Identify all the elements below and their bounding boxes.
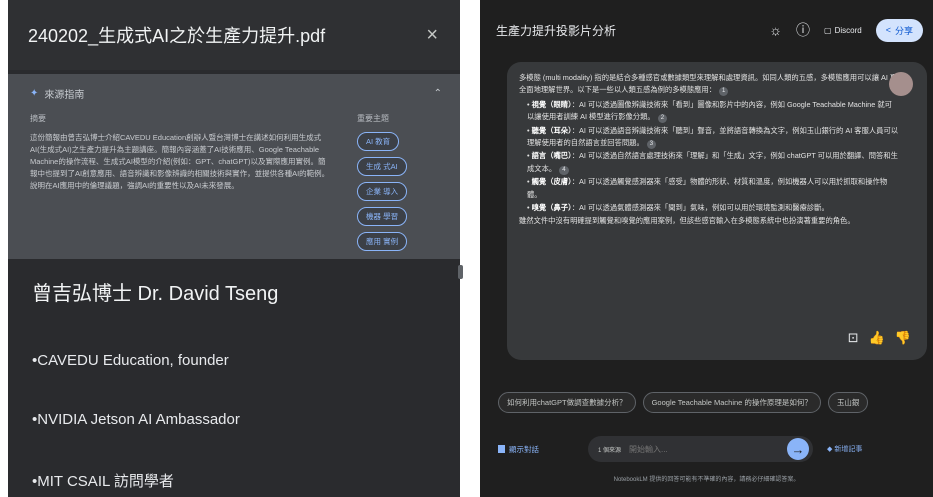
source-guide-label: 來源指南 xyxy=(44,90,85,101)
answer-text: 多模態 (multi modality) 指的是結合多種感官或數據類型來理解和處… xyxy=(519,72,899,228)
list-item: • 觸覺（皮膚）：AI 可以透過觸覺感測器來「感受」物體的形狀、材質和溫度，例如… xyxy=(527,177,888,199)
list-item: • 視覺（眼睛）：AI 可以透過圖像辨識技術來「看到」圖像和影片中的內容，例如 … xyxy=(527,99,892,124)
chat-input-container: 1 個來源 → xyxy=(588,436,813,462)
notebook-header: 生產力提升投影片分析 ☼ ⓘ ▢ Discord < 分享 xyxy=(480,0,933,60)
topic-chip[interactable]: 企業 導入 xyxy=(357,182,408,201)
suggestion-chip[interactable]: Google Teachable Machine 的操作原理是如何？ xyxy=(642,392,821,413)
topic-chip[interactable]: 生成 式AI xyxy=(357,157,407,176)
save-note-button[interactable]: ◆ 新增記事 xyxy=(827,444,862,454)
summary-text: 這份簡報由曾吉弘博士介紹CAVEDU Education創辦人暨台灣博士在講述如… xyxy=(30,133,330,190)
answer-actions: ⊡ 👍 👎 xyxy=(848,330,911,346)
close-icon[interactable]: × xyxy=(426,24,438,47)
chat-composer: 顯示對話 1 個來源 → ◆ 新增記事 xyxy=(498,436,933,462)
chat-icon: ▢ xyxy=(824,25,832,35)
source-viewer-panel: 240202_生成式AI之於生產力提升.pdf × ✦ 來源指南 ⌃ 摘要 這份… xyxy=(8,0,460,497)
discord-label: Discord xyxy=(834,25,862,35)
chat-panel: 生產力提升投影片分析 ☼ ⓘ ▢ Discord < 分享 多模態 (multi… xyxy=(480,0,933,497)
suggested-questions: 如何利用chatGPT做調查數據分析？ Google Teachable Mac… xyxy=(498,392,869,413)
panel-resize-handle[interactable] xyxy=(458,265,463,279)
answer-list: • 視覺（眼睛）：AI 可以透過圖像辨識技術來「看到」圖像和影片中的內容，例如 … xyxy=(519,99,899,215)
suggestion-chip[interactable]: 如何利用chatGPT做調查數據分析？ xyxy=(498,392,636,413)
share-button[interactable]: < 分享 xyxy=(875,18,923,42)
topics-label: 重要主題 xyxy=(357,114,389,123)
notes-toggle-button[interactable]: 顯示對話 xyxy=(498,444,588,455)
answer-outro: 雖然文件中沒有明確提到觸覺和嗅覺的應用案例，但該些感官輸入在多模態系統中也扮演著… xyxy=(519,216,855,226)
chevron-up-icon[interactable]: ⌃ xyxy=(434,88,442,99)
disclaimer-text: NotebookLM 提供的回答可能有不準確的內容，請務必仔細確認答案。 xyxy=(613,477,800,483)
avatar xyxy=(889,72,913,96)
notes-label: 顯示對話 xyxy=(509,444,539,454)
bullet-item: •MIT CSAIL 訪問學者 xyxy=(32,473,174,490)
sun-icon[interactable]: ☼ xyxy=(769,22,782,38)
source-document-content: 曾吉弘博士 Dr. David Tseng •CAVEDU Education,… xyxy=(8,259,460,491)
list-item: • 聽覺（耳朵）：AI 可以透過語音辨識技術來「聽到」聲音，並將語音轉換為文字，… xyxy=(527,125,899,150)
topics-list: 重要主題 AI 教育 生成 式AI 企業 導入 機器 學習 應用 實例 xyxy=(357,113,442,251)
citation-marker[interactable]: 2 xyxy=(657,114,668,124)
notebook-title[interactable]: 生產力提升投影片分析 xyxy=(496,22,769,39)
topic-chip[interactable]: AI 教育 xyxy=(357,132,400,151)
thumbs-down-icon[interactable]: 👎 xyxy=(895,330,911,346)
topic-chip[interactable]: 應用 實例 xyxy=(357,232,408,251)
summary-label: 摘要 xyxy=(30,114,46,123)
source-guide: ✦ 來源指南 ⌃ 摘要 這份簡報由曾吉弘博士介紹CAVEDU Education… xyxy=(8,74,460,259)
author-heading: 曾吉弘博士 Dr. David Tseng xyxy=(32,283,279,305)
answer-bubble: 多模態 (multi modality) 指的是結合多種感官或數據類型來理解和處… xyxy=(507,62,927,360)
source-guide-header[interactable]: ✦ 來源指南 ⌃ xyxy=(30,86,442,101)
list-item: • 語言（嘴巴）：AI 可以透過自然語言處理技術來「理解」和「生成」文字，例如 … xyxy=(527,151,898,175)
list-item: • 嗅覺（鼻子）：AI 可以透過氣體感測器來「聞到」氣味，例如可以用於環境監測和… xyxy=(527,203,829,213)
arrow-right-icon[interactable]: → xyxy=(787,438,809,460)
plus-icon: ◆ xyxy=(827,446,833,453)
bullet-item: •CAVEDU Education, founder xyxy=(32,352,229,369)
sparkle-icon: ✦ xyxy=(30,88,39,99)
answer-intro: 多模態 (multi modality) 指的是結合多種感官或數據類型來理解和處… xyxy=(519,73,898,97)
share-label: 分享 xyxy=(894,25,913,36)
suggestion-chip[interactable]: 玉山銀 xyxy=(827,392,869,413)
citation-marker[interactable]: 4 xyxy=(559,165,569,175)
share-icon: < xyxy=(885,25,891,35)
notes-icon xyxy=(498,445,505,453)
citation-marker[interactable]: 3 xyxy=(646,140,657,150)
bullet-item: •NVIDIA Jetson AI Ambassador xyxy=(32,411,240,428)
source-count-badge: 1 個來源 xyxy=(598,447,622,454)
source-title: 240202_生成式AI之於生產力提升.pdf xyxy=(28,26,326,46)
thumbs-up-icon[interactable]: 👍 xyxy=(869,330,885,346)
discord-button[interactable]: ▢ Discord xyxy=(824,26,862,35)
topic-chip[interactable]: 機器 學習 xyxy=(357,207,408,226)
help-icon[interactable]: ⓘ xyxy=(796,20,810,40)
pin-icon[interactable]: ⊡ xyxy=(848,330,859,346)
citation-marker[interactable]: 1 xyxy=(719,87,729,97)
chat-input[interactable] xyxy=(629,444,787,454)
source-header: 240202_生成式AI之於生產力提升.pdf × xyxy=(8,0,460,70)
